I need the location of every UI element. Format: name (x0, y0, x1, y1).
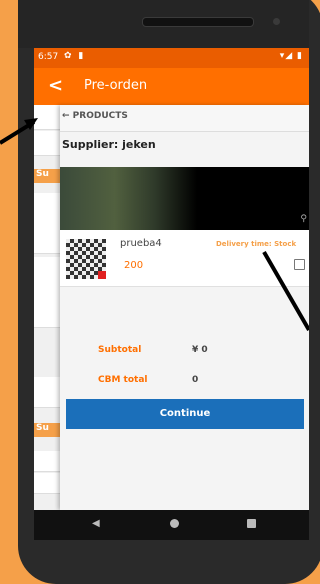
annotation-arrow-right (262, 251, 309, 331)
annotation-overlay (0, 118, 309, 331)
